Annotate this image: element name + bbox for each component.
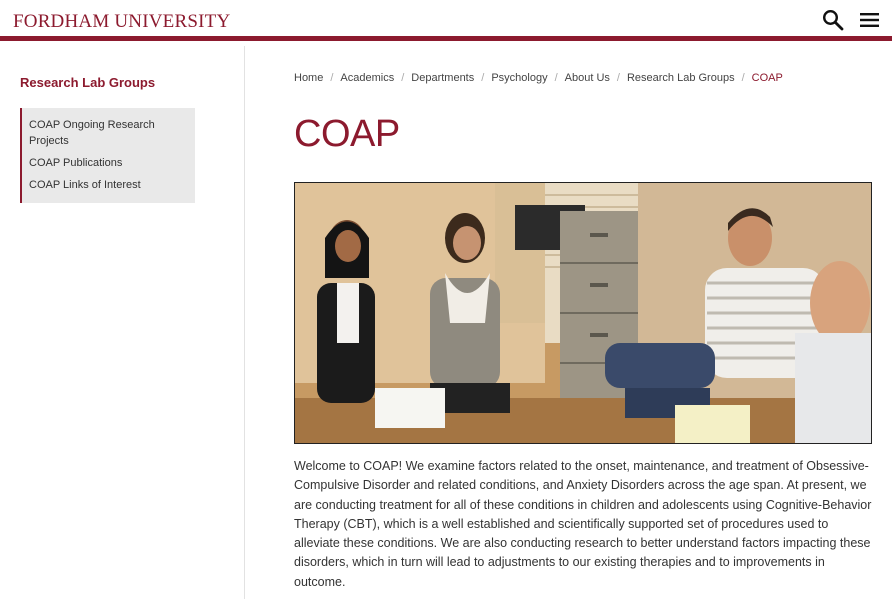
sidebar-item-ongoing-research[interactable]: COAP Ongoing Research Projects [29,117,187,149]
sidebar-item-links-of-interest[interactable]: COAP Links of Interest [29,177,187,193]
breadcrumb-research-lab-groups[interactable]: Research Lab Groups [627,72,735,84]
sidebar: Research Lab Groups COAP Ongoing Researc… [0,46,245,599]
lab-group-photo [294,182,872,444]
page-title: COAP [294,113,400,155]
breadcrumb-academics[interactable]: Academics [340,72,394,84]
breadcrumb-home[interactable]: Home [294,72,323,84]
sidebar-menu: COAP Ongoing Research Projects COAP Publ… [20,108,195,203]
breadcrumb-psychology[interactable]: Psychology [491,72,547,84]
site-header: FORDHAM UNIVERSITY [0,0,892,41]
menu-icon[interactable] [859,9,881,31]
breadcrumb-current: COAP [751,72,783,84]
breadcrumb-separator: / [741,72,745,84]
sidebar-item-publications[interactable]: COAP Publications [29,155,187,171]
breadcrumb-separator: / [481,72,485,84]
breadcrumb-separator: / [616,72,620,84]
breadcrumb-about-us[interactable]: About Us [565,72,610,84]
search-icon[interactable] [822,9,844,31]
intro-paragraph: Welcome to COAP! We examine factors rela… [294,459,872,589]
breadcrumb-separator: / [554,72,558,84]
breadcrumb-separator: / [330,72,334,84]
breadcrumb-separator: / [401,72,405,84]
breadcrumb: Home / Academics / Departments / Psychology / Ab… [294,72,783,84]
breadcrumb-departments[interactable]: Departments [411,72,474,84]
university-logo[interactable]: FORDHAM UNIVERSITY [13,11,230,33]
sidebar-title[interactable]: Research Lab Groups [20,75,155,90]
